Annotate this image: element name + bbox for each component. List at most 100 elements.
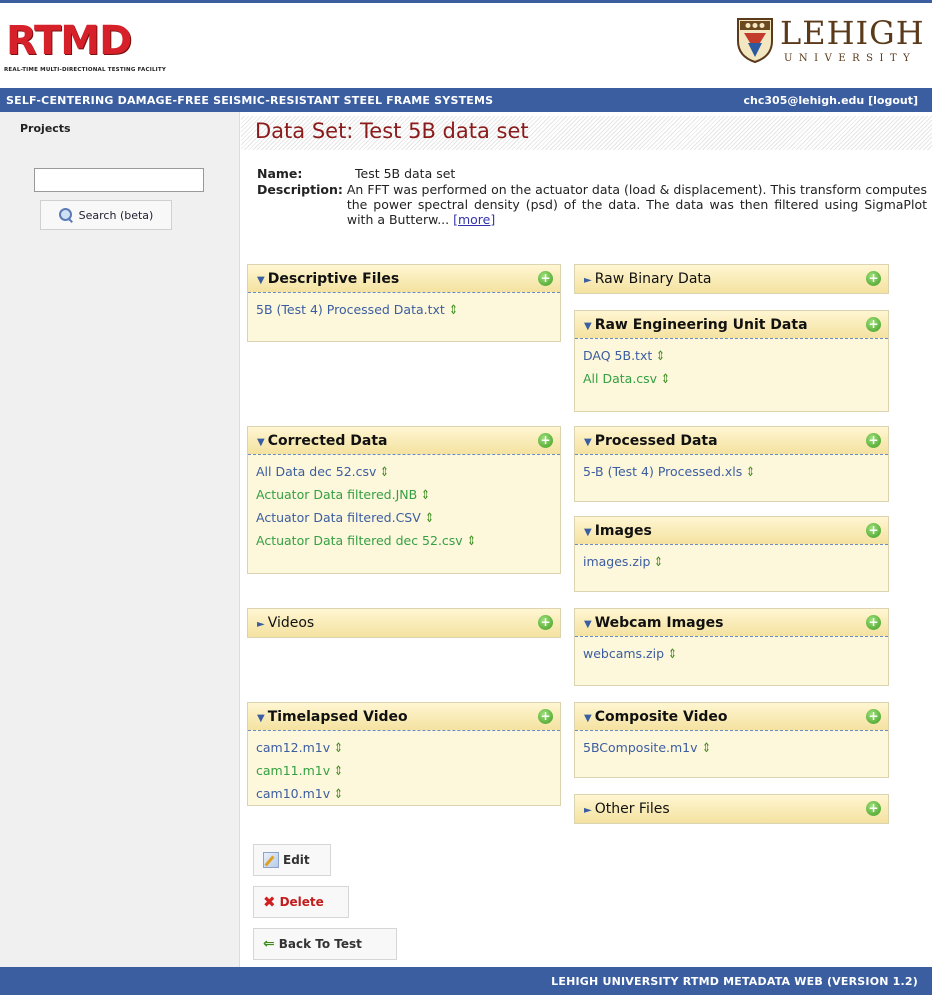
panel-header[interactable]: ▼ Descriptive Files + bbox=[248, 265, 560, 293]
search-button[interactable]: Search (beta) bbox=[40, 200, 172, 230]
panel-raw-binary-data: ► Raw Binary Data + bbox=[574, 264, 889, 294]
file-link[interactable]: cam10.m1v ⇕ bbox=[256, 783, 552, 806]
edit-icon bbox=[263, 852, 279, 868]
lehigh-name: LEHIGH bbox=[780, 14, 925, 52]
more-link[interactable]: [more] bbox=[453, 212, 495, 227]
move-arrows-icon[interactable]: ⇕ bbox=[334, 761, 343, 783]
lehigh-logo[interactable]: LEHIGH UNIVERSITY bbox=[732, 15, 932, 77]
panel-header[interactable]: ▼ Processed Data + bbox=[575, 427, 888, 455]
delete-x-icon: ✖ bbox=[263, 893, 276, 911]
add-file-icon[interactable]: + bbox=[866, 523, 881, 538]
move-arrows-icon[interactable]: ⇕ bbox=[334, 738, 343, 760]
add-file-icon[interactable]: + bbox=[866, 433, 881, 448]
collapsed-triangle-icon: ► bbox=[584, 275, 592, 286]
project-title: SELF-CENTERING DAMAGE-FREE SEISMIC-RESIS… bbox=[6, 94, 494, 107]
back-arrow-icon: ⇐ bbox=[263, 936, 275, 952]
panel-header[interactable]: ▼ Corrected Data + bbox=[248, 427, 560, 455]
file-link[interactable]: images.zip ⇕ bbox=[583, 551, 880, 574]
move-arrows-icon[interactable]: ⇕ bbox=[334, 784, 343, 806]
add-file-icon[interactable]: + bbox=[866, 801, 881, 816]
move-arrows-icon[interactable]: ⇕ bbox=[425, 508, 434, 530]
expand-triangle-icon: ▼ bbox=[257, 275, 265, 286]
logout-link[interactable]: [logout] bbox=[868, 94, 918, 107]
move-arrows-icon[interactable]: ⇕ bbox=[668, 644, 677, 666]
panel-videos: ► Videos + bbox=[247, 608, 561, 638]
rtmd-logo-subtitle: REAL-TIME MULTI-DIRECTIONAL TESTING FACI… bbox=[4, 67, 167, 73]
add-file-icon[interactable]: + bbox=[866, 615, 881, 630]
add-file-icon[interactable]: + bbox=[538, 709, 553, 724]
move-arrows-icon[interactable]: ⇕ bbox=[654, 552, 663, 574]
add-file-icon[interactable]: + bbox=[866, 709, 881, 724]
panel-raw-engineering-data: ▼ Raw Engineering Unit Data + DAQ 5B.txt ⇕ … bbox=[574, 310, 889, 412]
add-file-icon[interactable]: + bbox=[866, 271, 881, 286]
expand-triangle-icon: ▼ bbox=[584, 619, 592, 630]
move-arrows-icon[interactable]: ⇕ bbox=[421, 485, 430, 507]
add-file-icon[interactable]: + bbox=[538, 615, 553, 630]
panel-header[interactable]: ▼ Timelapsed Video + bbox=[248, 703, 560, 731]
file-link[interactable]: Actuator Data filtered dec 52.csv ⇕ bbox=[256, 530, 552, 553]
rtmd-logo-text: RTMD bbox=[6, 18, 132, 64]
file-link[interactable]: cam11.m1v ⇕ bbox=[256, 760, 552, 783]
panel-header[interactable]: ▼ Webcam Images + bbox=[575, 609, 888, 637]
sidebar: Projects Search (beta) bbox=[0, 112, 240, 967]
move-arrows-icon[interactable]: ⇕ bbox=[467, 531, 476, 553]
name-label: Name: bbox=[257, 166, 303, 181]
name-value: Test 5B data set bbox=[355, 166, 456, 181]
file-link[interactable]: DAQ 5B.txt ⇕ bbox=[583, 345, 880, 368]
move-arrows-icon[interactable]: ⇕ bbox=[449, 300, 458, 322]
panel-webcam-images: ▼ Webcam Images + webcams.zip ⇕ bbox=[574, 608, 889, 686]
add-file-icon[interactable]: + bbox=[538, 433, 553, 448]
lehigh-shield-icon bbox=[737, 18, 773, 63]
move-arrows-icon[interactable]: ⇕ bbox=[656, 346, 665, 368]
move-arrows-icon[interactable]: ⇕ bbox=[702, 738, 711, 760]
user-info: chc305@lehigh.edu [logout] bbox=[744, 94, 918, 107]
panel-header[interactable]: ▼ Images + bbox=[575, 517, 888, 545]
dataset-metadata: Name: Test 5B data set Description: An F… bbox=[257, 166, 927, 227]
projects-label[interactable]: Projects bbox=[20, 122, 71, 135]
main-content: Data Set: Test 5B data set Name: Test 5B… bbox=[241, 112, 932, 967]
file-link[interactable]: 5BComposite.m1v ⇕ bbox=[583, 737, 880, 760]
file-link[interactable]: Actuator Data filtered.JNB ⇕ bbox=[256, 484, 552, 507]
lehigh-university-label: UNIVERSITY bbox=[784, 53, 917, 64]
panel-header[interactable]: ► Videos + bbox=[248, 609, 560, 637]
panel-processed-data: ▼ Processed Data + 5-B (Test 4) Processed.… bbox=[574, 426, 889, 502]
expand-triangle-icon: ▼ bbox=[584, 321, 592, 332]
description-value: An FFT was performed on the actuator dat… bbox=[347, 182, 927, 227]
panel-composite-video: ▼ Composite Video + 5BComposite.m1v ⇕ bbox=[574, 702, 889, 778]
collapsed-triangle-icon: ► bbox=[584, 805, 592, 816]
delete-button[interactable]: ✖ Delete bbox=[253, 886, 349, 918]
panel-header[interactable]: ▼ Composite Video + bbox=[575, 703, 888, 731]
footer-text: LEHIGH UNIVERSITY RTMD METADATA WEB (VER… bbox=[551, 975, 918, 988]
expand-triangle-icon: ▼ bbox=[257, 437, 265, 448]
description-label: Description: bbox=[257, 182, 343, 197]
user-email: chc305@lehigh.edu bbox=[743, 94, 865, 107]
site-footer: LEHIGH UNIVERSITY RTMD METADATA WEB (VER… bbox=[0, 967, 932, 995]
site-header: RTMD REAL-TIME MULTI-DIRECTIONAL TESTING… bbox=[0, 0, 932, 88]
add-file-icon[interactable]: + bbox=[866, 317, 881, 332]
add-file-icon[interactable]: + bbox=[538, 271, 553, 286]
panel-images: ▼ Images + images.zip ⇕ bbox=[574, 516, 889, 592]
search-icon bbox=[58, 208, 73, 222]
edit-button[interactable]: Edit bbox=[253, 844, 331, 876]
file-link[interactable]: 5-B (Test 4) Processed.xls ⇕ bbox=[583, 461, 880, 484]
expand-triangle-icon: ▼ bbox=[584, 527, 592, 538]
collapsed-triangle-icon: ► bbox=[257, 619, 265, 630]
search-input[interactable] bbox=[34, 168, 204, 192]
move-arrows-icon[interactable]: ⇕ bbox=[381, 462, 390, 484]
panel-header[interactable]: ► Other Files + bbox=[575, 795, 888, 823]
file-link[interactable]: webcams.zip ⇕ bbox=[583, 643, 880, 666]
move-arrows-icon[interactable]: ⇕ bbox=[661, 369, 670, 391]
move-arrows-icon[interactable]: ⇕ bbox=[746, 462, 755, 484]
top-navbar: SELF-CENTERING DAMAGE-FREE SEISMIC-RESIS… bbox=[0, 88, 932, 112]
file-link[interactable]: All Data dec 52.csv ⇕ bbox=[256, 461, 552, 484]
page-title: Data Set: Test 5B data set bbox=[241, 116, 932, 150]
file-link[interactable]: Actuator Data filtered.CSV ⇕ bbox=[256, 507, 552, 530]
description-text: An FFT was performed on the actuator dat… bbox=[346, 182, 927, 227]
panel-header[interactable]: ► Raw Binary Data + bbox=[575, 265, 888, 293]
panel-header[interactable]: ▼ Raw Engineering Unit Data + bbox=[575, 311, 888, 339]
file-link[interactable]: 5B (Test 4) Processed Data.txt ⇕ bbox=[256, 299, 552, 322]
rtmd-logo[interactable]: RTMD REAL-TIME MULTI-DIRECTIONAL TESTING… bbox=[0, 15, 180, 77]
file-link[interactable]: All Data.csv ⇕ bbox=[583, 368, 880, 391]
file-link[interactable]: cam12.m1v ⇕ bbox=[256, 737, 552, 760]
back-to-test-button[interactable]: ⇐ Back To Test bbox=[253, 928, 397, 960]
